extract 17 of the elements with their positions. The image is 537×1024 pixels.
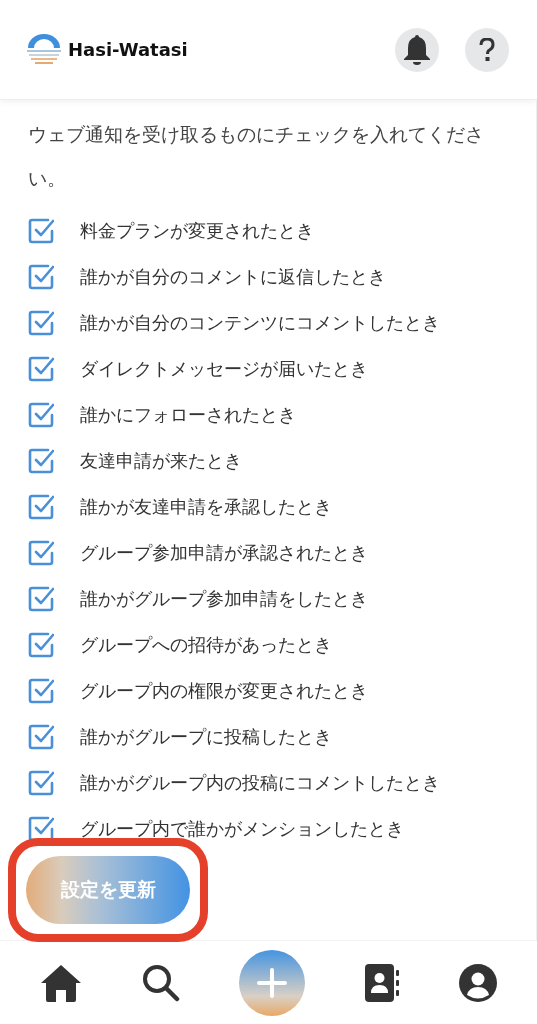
option-label: 誰かが自分のコメントに返信したとき — [80, 265, 386, 289]
option-label: グループ参加申請が承認されたとき — [80, 541, 368, 565]
option-label: グループへの招待があったとき — [80, 633, 332, 657]
option-label: 誰かがグループ内の投稿にコメントしたとき — [80, 771, 440, 795]
option-label: 料金プランが変更されたとき — [80, 219, 314, 243]
option-label: 誰かがグループ参加申請をしたとき — [80, 587, 368, 611]
option-label: グループ内の権限が変更されたとき — [80, 679, 368, 703]
option-label: 誰かが自分のコンテンツにコメントしたとき — [80, 311, 440, 335]
option-label: ダイレクトメッセージが届いたとき — [80, 357, 368, 381]
logo-text: Hasi-Watasi — [68, 39, 188, 60]
update-settings-button[interactable]: 設定を更新 — [26, 856, 190, 924]
option-label: 友達申請が来たとき — [80, 449, 242, 473]
instruction-text: ウェブ通知を受け取るものにチェックを入れてください。 — [28, 122, 485, 191]
option-label: グループ内で誰かがメンションしたとき — [80, 817, 404, 841]
option-label: 誰かにフォローされたとき — [80, 403, 296, 427]
option-label: 誰かがグループに投稿したとき — [80, 725, 332, 749]
option-label: 誰かが友達申請を承認したとき — [80, 495, 332, 519]
